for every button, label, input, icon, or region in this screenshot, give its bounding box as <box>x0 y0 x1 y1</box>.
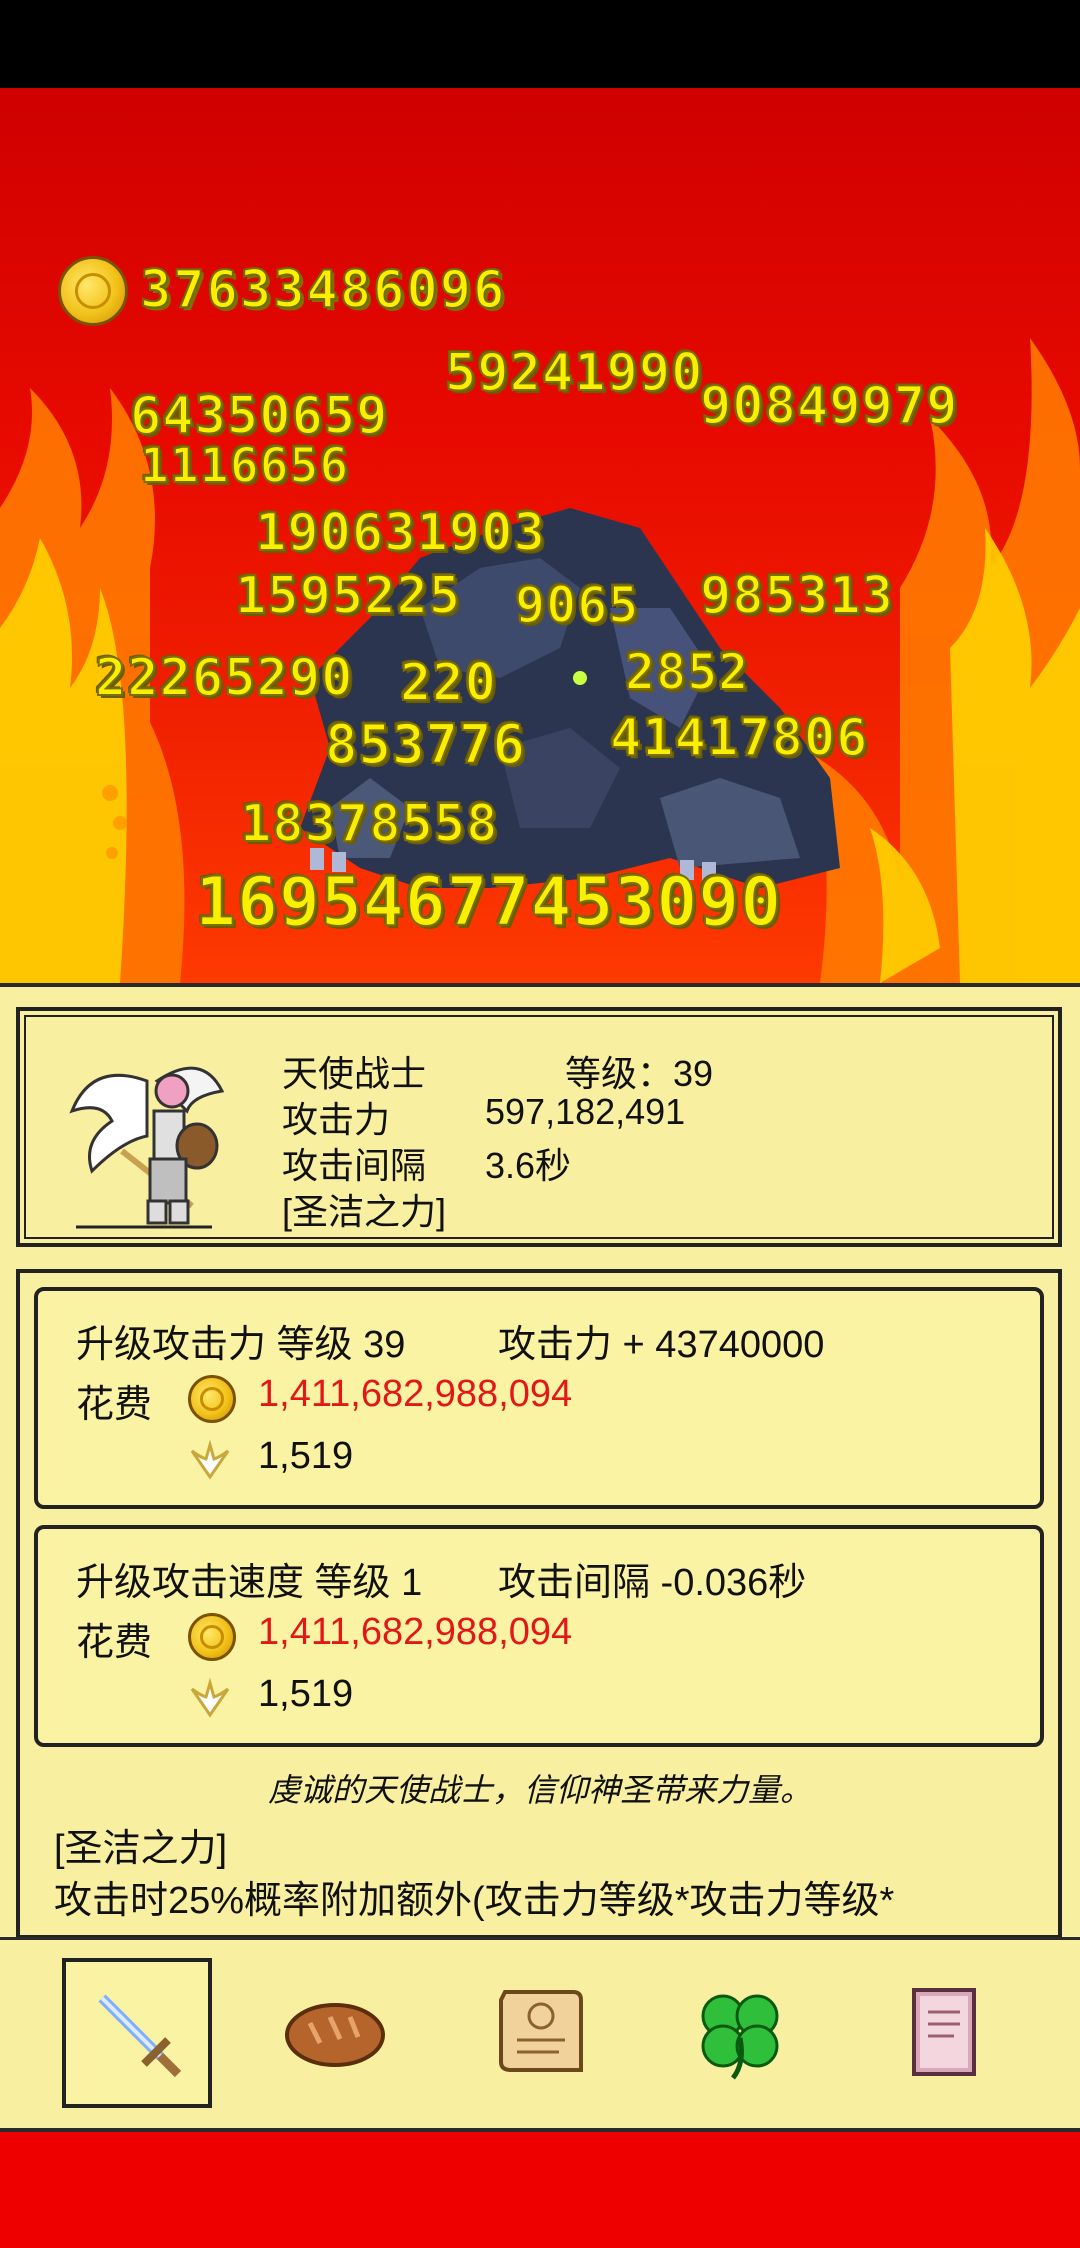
wing-cost: 1,519 <box>258 1673 354 1715</box>
gold-coin-icon <box>58 256 128 326</box>
cost-label: 花费 <box>76 1622 153 1664</box>
nav-clover-button[interactable] <box>665 1958 815 2108</box>
character-skill: [圣洁之力] <box>282 1191 447 1232</box>
upgrade-title: 升级攻击力 等级 39 <box>76 1324 406 1366</box>
wing-icon <box>190 1677 230 1718</box>
damage-number: 9065 <box>514 575 640 635</box>
wing-cost: 1,519 <box>258 1435 354 1477</box>
bottom-bar <box>0 2128 1080 2248</box>
upgrade-effect: 攻击力 + 43740000 <box>498 1324 825 1366</box>
character-card: 天使战士 等级：39 攻击力 597,182,491 攻击间隔 3.6秒 [圣洁… <box>16 1007 1062 1247</box>
character-level: 等级：39 <box>565 1053 714 1094</box>
character-description: 虔诚的天使战士，信仰神圣带来力量。 <box>267 1772 812 1808</box>
character-panel: 天使战士 等级：39 攻击力 597,182,491 攻击间隔 3.6秒 [圣洁… <box>0 983 1080 2128</box>
gold-coin-icon <box>188 1375 236 1423</box>
gold-coin-icon <box>188 1613 236 1661</box>
interval-label: 攻击间隔 <box>282 1145 427 1186</box>
nav-scroll-button[interactable] <box>465 1958 615 2108</box>
clover-icon <box>701 1994 779 2080</box>
battle-scene[interactable]: 37633486096 59241990 64350659 90849979 1… <box>0 88 1080 983</box>
damage-number: 985313 <box>699 565 894 627</box>
cost-label: 花费 <box>76 1384 153 1426</box>
big-damage-number: 16954677453090 <box>194 862 783 943</box>
nav-bread-button[interactable] <box>260 1958 410 2108</box>
gold-cost: 1,411,682,988,094 <box>258 1373 573 1415</box>
damage-number: 220 <box>399 652 497 714</box>
status-bar <box>0 0 1080 88</box>
bread-icon <box>285 2003 385 2067</box>
attack-label: 攻击力 <box>282 1099 391 1140</box>
damage-number: 853776 <box>324 712 527 777</box>
sword-icon <box>98 1994 182 2078</box>
gold-amount: 37633486096 <box>139 259 507 321</box>
damage-number: 90849979 <box>699 375 959 437</box>
skill-title: [圣洁之力] <box>54 1828 228 1870</box>
damage-number: 1116656 <box>139 437 350 495</box>
skill-detail: 攻击时25%概率附加额外(攻击力等级*攻击力等级* <box>54 1880 895 1922</box>
scroll-icon <box>499 1990 583 2072</box>
nav-sword-button[interactable] <box>62 1958 212 2108</box>
upgrade-attack-card[interactable]: 升级攻击力 等级 39 攻击力 + 43740000 花费 1,411,682,… <box>34 1287 1044 1509</box>
bottom-nav <box>0 1937 1080 2115</box>
upgrade-effect: 攻击间隔 -0.036秒 <box>498 1562 807 1604</box>
upgrade-list[interactable]: 升级攻击力 等级 39 攻击力 + 43740000 花费 1,411,682,… <box>16 1269 1062 1939</box>
damage-number: 41417806 <box>609 707 869 769</box>
character-name: 天使战士 <box>282 1053 427 1094</box>
angel-warrior-portrait <box>69 1066 225 1229</box>
damage-number: 18378558 <box>239 793 499 855</box>
interval-value: 3.6秒 <box>485 1145 572 1186</box>
wing-icon <box>190 1439 230 1480</box>
damage-number: 22265290 <box>94 647 354 709</box>
damage-number: 1595225 <box>234 565 462 627</box>
attack-value: 597,182,491 <box>485 1091 686 1132</box>
damage-number: 2852 <box>624 642 750 702</box>
gold-cost: 1,411,682,988,094 <box>258 1611 573 1653</box>
damage-number: 59241990 <box>444 342 704 404</box>
upgrade-title: 升级攻击速度 等级 1 <box>76 1562 423 1604</box>
book-icon <box>912 1988 976 2076</box>
damage-number: 64350659 <box>129 385 389 447</box>
nav-book-button[interactable] <box>868 1958 1018 2108</box>
damage-number: 190631903 <box>254 502 546 564</box>
upgrade-speed-card[interactable]: 升级攻击速度 等级 1 攻击间隔 -0.036秒 花费 1,411,682,98… <box>34 1525 1044 1747</box>
